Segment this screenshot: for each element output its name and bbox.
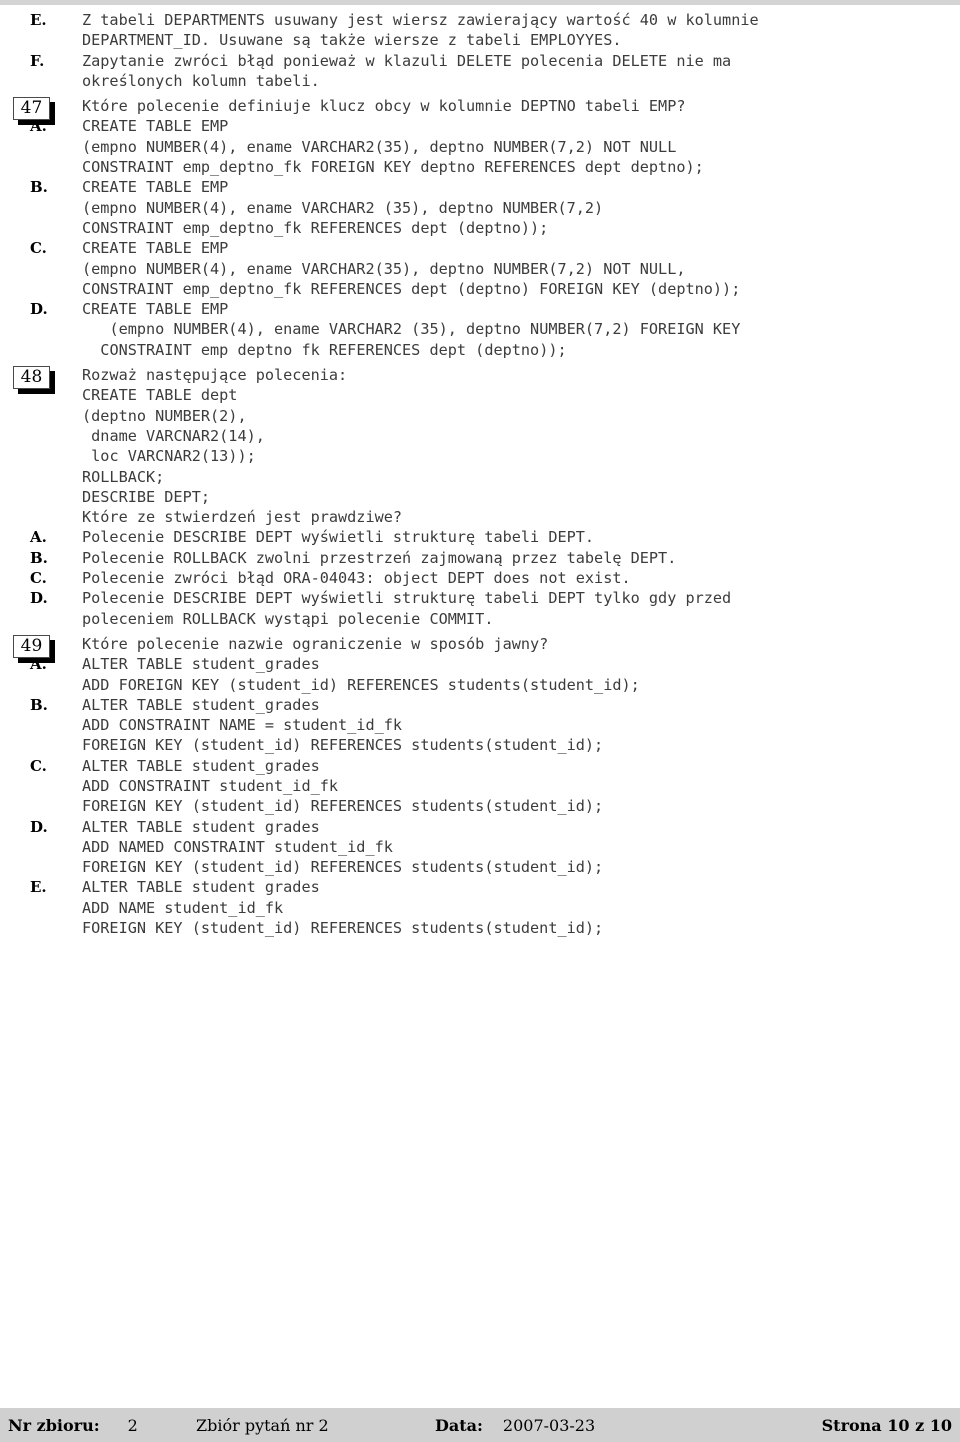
option-text: ALTER TABLE student_grades ADD FOREIGN K…	[82, 655, 640, 694]
option-row: B. CREATE TABLE EMP (empno NUMBER(4), ena…	[0, 177, 960, 238]
option-letter: A.	[30, 655, 47, 674]
option-row: E. ALTER TABLE student grades ADD NAME st…	[0, 877, 960, 938]
option-text: ALTER TABLE student grades ADD NAMED CON…	[82, 817, 604, 877]
option-letter: A.	[30, 528, 47, 547]
option-row: A. ALTER TABLE student_grades ADD FOREIGN…	[0, 654, 960, 695]
option-row: A. CREATE TABLE EMP (empno NUMBER(4), ena…	[0, 116, 960, 177]
option-row: C. CREATE TABLE EMP (empno NUMBER(4), ena…	[0, 238, 960, 299]
option-letter: B.	[30, 695, 48, 714]
footer-page-label: Strona 10 z 10	[821, 1415, 952, 1435]
option-row: C. Polecenie zwróci błąd ORA-04043: objec…	[0, 568, 960, 588]
page-content: E. Z tabeli DEPARTMENTS usuwany jest wier…	[0, 5, 960, 1408]
question-row: 48 Rozważ następujące polecenia: CREATE T…	[0, 365, 960, 527]
question-row: 47 Które polecenie definiuje klucz obcy w…	[0, 96, 960, 121]
option-text: CREATE TABLE EMP (empno NUMBER(4), ename…	[82, 178, 604, 237]
footer-date: Data: 2007-03-23	[435, 1416, 595, 1435]
footer-collection: Zbiór pytań nr 2	[196, 1416, 329, 1435]
option-row: B. Polecenie ROLLBACK zwolni przestrzeń z…	[0, 548, 960, 568]
option-row: F. Zapytanie zwróci błąd ponieważ w klazu…	[0, 51, 960, 92]
option-letter: C.	[30, 756, 47, 775]
option-text: Polecenie ROLLBACK zwolni przestrzeń zaj…	[82, 548, 677, 567]
option-text: CREATE TABLE EMP (empno NUMBER(4), ename…	[82, 117, 704, 177]
option-letter: E.	[30, 878, 47, 897]
option-letter: D.	[30, 817, 48, 836]
option-row: E. Z tabeli DEPARTMENTS usuwany jest wier…	[0, 10, 960, 51]
option-text: Polecenie zwróci błąd ORA-04043: object …	[82, 569, 631, 588]
footer-page-number: Strona 10 z 10	[822, 1416, 952, 1435]
footer-date-value: 2007-03-23	[502, 1415, 596, 1435]
option-text: CREATE TABLE EMP (empno NUMBER(4), ename…	[82, 300, 741, 359]
option-row: C. ALTER TABLE student_grades ADD CONSTRA…	[0, 756, 960, 817]
option-letter: A.	[30, 117, 47, 136]
option-text: ALTER TABLE student_grades ADD CONSTRAIN…	[82, 695, 604, 755]
option-letter: D.	[30, 589, 48, 608]
option-text: Z tabeli DEPARTMENTS usuwany jest wiersz…	[82, 11, 759, 50]
question-number-badge: 48	[13, 366, 50, 390]
option-text: Polecenie DESCRIBE DEPT wyświetli strukt…	[82, 589, 732, 628]
option-letter: F.	[30, 51, 45, 70]
question-row: 49 Które polecenie nazwie ograniczenie w …	[0, 634, 960, 658]
question-text: Rozważ następujące polecenia: CREATE TAB…	[82, 366, 403, 527]
option-letter: B.	[30, 548, 48, 567]
option-text: Zapytanie zwróci błąd ponieważ w klazuli…	[82, 51, 732, 90]
option-letter: D.	[30, 300, 48, 319]
option-letter: C.	[30, 569, 47, 588]
page-footer: Nr zbioru: 2 Zbiór pytań nr 2 Data: 2007…	[0, 1408, 960, 1442]
option-text: Polecenie DESCRIBE DEPT wyświetli strukt…	[82, 528, 595, 547]
option-row: D. Polecenie DESCRIBE DEPT wyświetli stru…	[0, 588, 960, 629]
option-text: ALTER TABLE student_grades ADD CONSTRAIN…	[82, 756, 604, 816]
question-text: Które polecenie nazwie ograniczenie w sp…	[82, 634, 549, 653]
option-letter: C.	[30, 239, 47, 258]
option-row: A. Polecenie DESCRIBE DEPT wyświetli stru…	[0, 527, 960, 547]
option-letter: E.	[30, 11, 47, 29]
footer-collection-label: Zbiór pytań nr 2	[196, 1415, 329, 1435]
option-letter: B.	[30, 178, 48, 197]
option-row: D. CREATE TABLE EMP (empno NUMBER(4), ena…	[0, 299, 960, 360]
footer-date-label: Data:	[435, 1415, 483, 1435]
option-text: CREATE TABLE EMP (empno NUMBER(4), ename…	[82, 239, 741, 298]
question-text: Które polecenie definiuje klucz obcy w k…	[82, 97, 686, 116]
option-row: B. ALTER TABLE student_grades ADD CONSTRA…	[0, 695, 960, 756]
footer-set-label: Nr zbioru:	[8, 1415, 100, 1435]
footer-set-value: 2	[127, 1415, 138, 1435]
option-text: ALTER TABLE student grades ADD NAME stud…	[82, 878, 604, 938]
question-list: E. Z tabeli DEPARTMENTS usuwany jest wier…	[0, 10, 960, 938]
option-row: D. ALTER TABLE student grades ADD NAMED C…	[0, 817, 960, 878]
footer-set: Nr zbioru: 2	[8, 1416, 138, 1435]
